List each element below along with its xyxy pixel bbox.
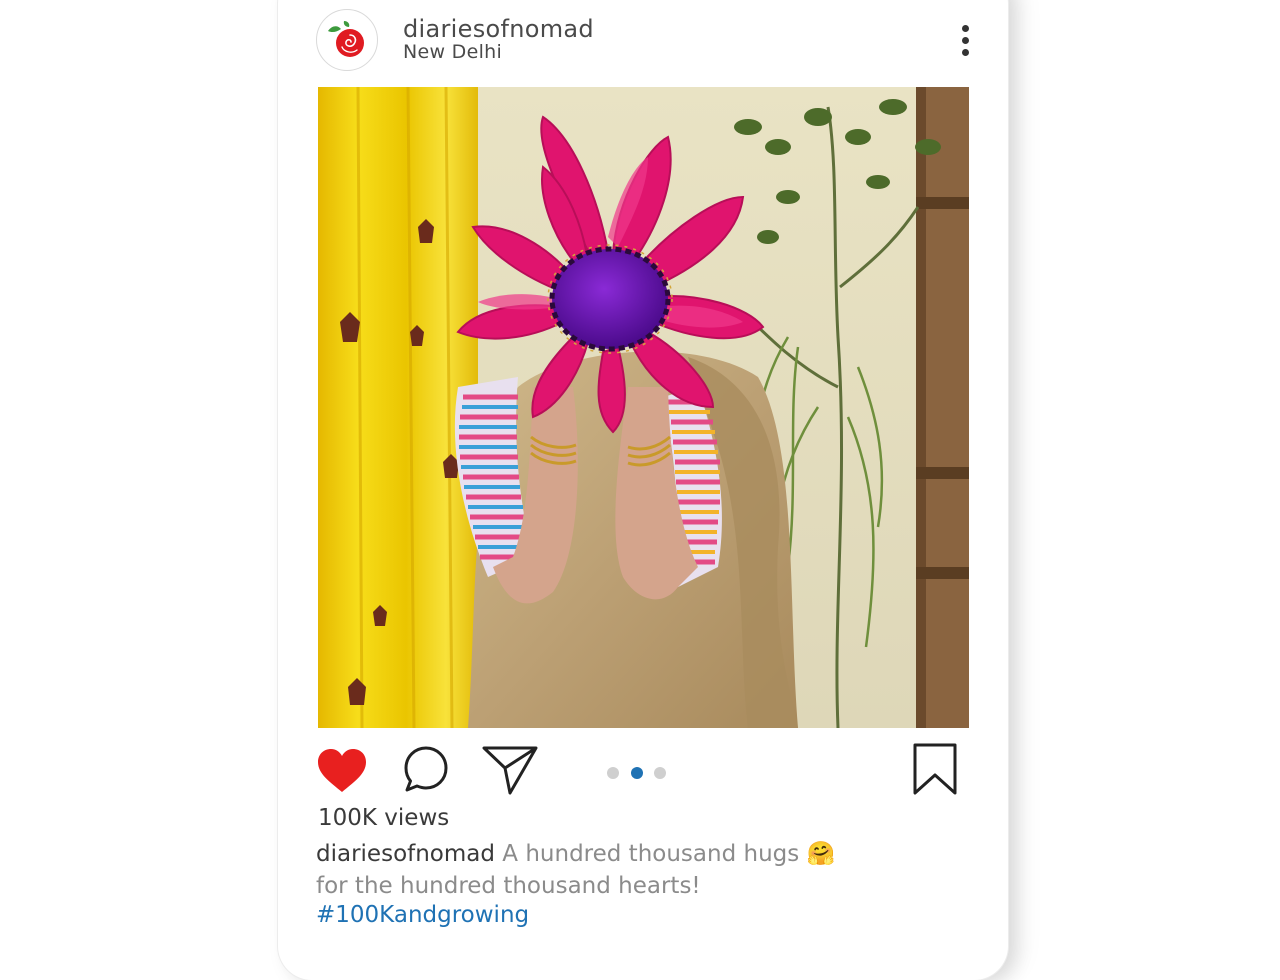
post-header: diariesofnomad New Delhi: [316, 9, 980, 75]
carousel-dot-active[interactable]: [631, 767, 643, 779]
hashtag-link[interactable]: #100Kandgrowing: [316, 902, 529, 928]
post-location[interactable]: New Delhi: [403, 41, 502, 63]
caption-text-line2: for the hundred thousand hearts!: [316, 873, 701, 899]
post-photo-illustration: [318, 87, 969, 728]
caption-username[interactable]: diariesofnomad: [316, 841, 495, 867]
rose-logo-icon: [328, 21, 364, 57]
send-icon: [482, 746, 538, 795]
views-count: 100K views: [318, 805, 450, 831]
post-username[interactable]: diariesofnomad: [403, 15, 594, 43]
hugging-face-emoji: 🤗: [806, 841, 836, 867]
share-button[interactable]: [482, 745, 538, 795]
avatar[interactable]: [316, 9, 378, 71]
post-caption: diariesofnomad A hundred thousand hugs 🤗…: [316, 838, 876, 902]
bookmark-icon: [913, 743, 957, 795]
carousel-indicator: [607, 767, 671, 779]
post-photo[interactable]: [318, 87, 969, 728]
save-button[interactable]: [912, 742, 958, 796]
carousel-dot[interactable]: [654, 767, 666, 779]
carousel-dot[interactable]: [607, 767, 619, 779]
comment-bubble-icon: [404, 746, 448, 792]
heart-icon: [318, 749, 366, 792]
more-vertical-icon: [962, 25, 969, 32]
like-button[interactable]: [316, 748, 368, 794]
caption-text-line1: A hundred thousand hugs: [502, 841, 800, 867]
comment-button[interactable]: [402, 745, 450, 793]
more-options-button[interactable]: [952, 21, 978, 61]
